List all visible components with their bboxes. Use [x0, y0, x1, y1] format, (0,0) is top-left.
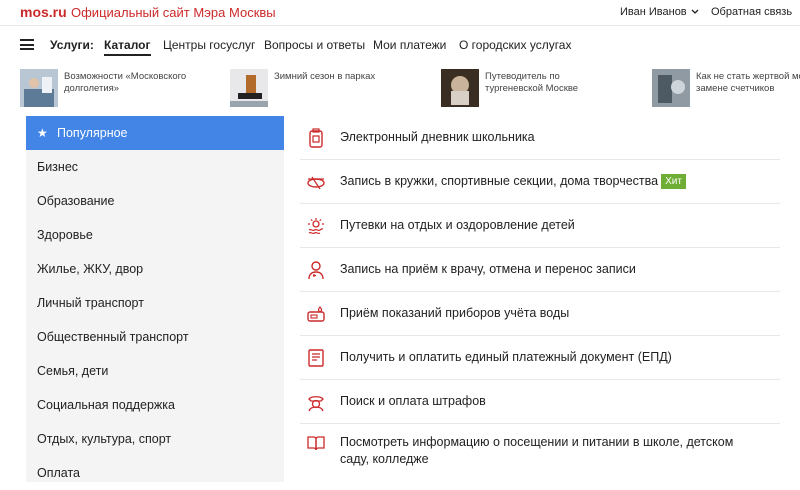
news-card[interactable]: Как не стать жертвой мо при замене счетч…	[652, 69, 800, 109]
document-icon	[308, 348, 324, 367]
service-item[interactable]: Посмотреть информацию о посещении и пита…	[300, 424, 780, 482]
news-strip: Возможности «Московского долголетия» Зим…	[0, 64, 800, 116]
sidebar-item-health[interactable]: Здоровье	[26, 218, 284, 252]
star-icon: ★	[37, 126, 48, 140]
service-item[interactable]: Получить и оплатить единый платежный док…	[300, 336, 780, 380]
sidebar-item-housing[interactable]: Жилье, ЖКУ, двор	[26, 252, 284, 286]
service-item[interactable]: Запись на приём к врачу, отмена и перено…	[300, 248, 780, 292]
news-thumbnail	[230, 69, 268, 107]
service-item[interactable]: Приём показаний приборов учёта воды	[300, 292, 780, 336]
news-thumbnail	[20, 69, 58, 107]
sidebar-item-social-support[interactable]: Социальная поддержка	[26, 388, 284, 422]
sidebar-item-family[interactable]: Семья, дети	[26, 354, 284, 388]
sidebar-item-leisure[interactable]: Отдых, культура, спорт	[26, 422, 284, 456]
feedback-link[interactable]: Обратная связь	[711, 6, 792, 18]
site-title[interactable]: Официальный сайт Мэра Москвы	[71, 5, 276, 20]
sidebar-item-public-transport[interactable]: Общественный транспорт	[26, 320, 284, 354]
top-bar: mos.ru Официальный сайт Мэра Москвы Иван…	[0, 0, 800, 26]
service-item[interactable]: Поиск и оплата штрафов	[300, 380, 780, 424]
category-sidebar: ★ Популярное Бизнес Образование Здоровье…	[26, 116, 284, 482]
sidebar-item-label: Популярное	[57, 126, 128, 140]
sidebar-item-education[interactable]: Образование	[26, 184, 284, 218]
service-title: Получить и оплатить единый платежный док…	[340, 350, 672, 364]
service-title: Электронный дневник школьника	[340, 130, 535, 144]
service-title: Путевки на отдых и оздоровление детей	[340, 218, 575, 232]
chevron-down-icon	[691, 9, 699, 14]
news-thumbnail	[441, 69, 479, 107]
menu-icon[interactable]	[20, 39, 34, 50]
sidebar-item-popular[interactable]: ★ Популярное	[26, 116, 284, 150]
sidebar-item-payment[interactable]: Оплата	[26, 456, 284, 490]
sidebar-item-personal-transport[interactable]: Личный транспорт	[26, 286, 284, 320]
hit-badge: Хит	[661, 174, 686, 189]
services-nav: Услуги: Каталог Центры госуслуг Вопросы …	[0, 26, 800, 64]
nav-label: Услуги:	[50, 38, 94, 52]
sidebar-item-business[interactable]: Бизнес	[26, 150, 284, 184]
ball-icon	[307, 176, 325, 189]
services-list: Электронный дневник школьника Запись в к…	[300, 116, 800, 482]
nav-item-my-payments[interactable]: Мои платежи	[373, 38, 446, 52]
book-icon	[307, 436, 325, 451]
news-title: Зимний сезон в парках	[274, 71, 376, 82]
news-title: Возможности «Московского долголетия»	[64, 71, 187, 94]
service-title: Поиск и оплата штрафов	[340, 394, 486, 408]
news-title: Путеводитель по тургеневской Москве	[485, 71, 579, 94]
service-title: Приём показаний приборов учёта воды	[340, 306, 570, 320]
service-item[interactable]: Запись в кружки, спортивные секции, дома…	[300, 160, 780, 204]
news-title: Как не стать жертвой мо при замене счетч…	[696, 71, 800, 94]
nav-item-about-services[interactable]: О городских услугах	[459, 38, 571, 52]
user-menu[interactable]: Иван Иванов	[620, 6, 699, 18]
diary-icon	[309, 127, 323, 148]
doctor-icon	[308, 260, 324, 279]
service-item[interactable]: Электронный дневник школьника	[300, 116, 780, 160]
user-name: Иван Иванов	[620, 6, 687, 18]
news-card[interactable]: Возможности «Московского долголетия»	[20, 69, 194, 109]
service-title: Запись на приём к врачу, отмена и перено…	[340, 262, 636, 276]
nav-item-catalog[interactable]: Каталог	[104, 38, 151, 56]
nav-item-service-centers[interactable]: Центры госуслуг	[163, 38, 255, 52]
water-meter-icon	[307, 305, 325, 322]
news-card[interactable]: Зимний сезон в парках	[230, 69, 404, 109]
news-card[interactable]: Путеводитель по тургеневской Москве	[441, 69, 615, 109]
service-item[interactable]: Путевки на отдых и оздоровление детей	[300, 204, 780, 248]
logo[interactable]: mos.ru	[20, 4, 67, 20]
sun-icon	[308, 217, 324, 234]
nav-item-faq[interactable]: Вопросы и ответы	[264, 38, 365, 52]
service-title: Запись в кружки, спортивные секции, дома…	[340, 174, 659, 188]
service-title: Посмотреть информацию о посещении и пита…	[340, 435, 734, 466]
police-icon	[308, 395, 324, 411]
news-thumbnail	[652, 69, 690, 107]
